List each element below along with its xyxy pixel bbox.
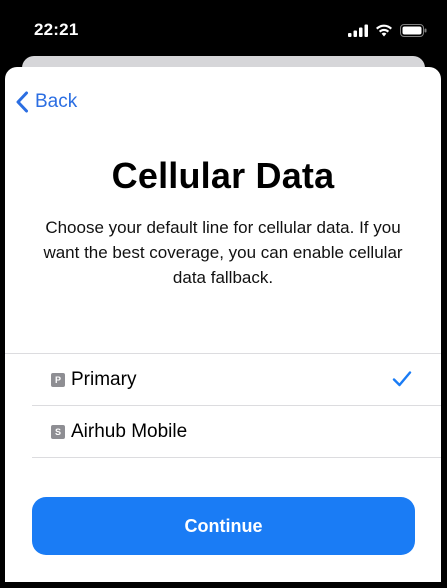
line-option-airhub-mobile[interactable]: S Airhub Mobile [32, 407, 441, 457]
sim-badge-icon: P [51, 373, 65, 387]
sim-badge-icon: S [51, 425, 65, 439]
divider [32, 457, 441, 458]
back-button[interactable]: Back [15, 89, 77, 115]
battery-icon [400, 23, 427, 37]
checkmark-icon [392, 371, 412, 387]
line-option-primary[interactable]: P Primary [32, 355, 441, 405]
line-option-label: Airhub Mobile [71, 421, 188, 442]
status-bar: 22:21 [0, 0, 447, 56]
divider [32, 405, 441, 406]
screen: 22:21 Back Cellular Data Choose your def… [0, 0, 447, 588]
divider [5, 353, 441, 354]
line-option-label: Primary [71, 369, 137, 390]
continue-button[interactable]: Continue [32, 497, 415, 555]
cellular-data-sheet: Back Cellular Data Choose your default l… [5, 67, 441, 582]
back-button-label: Back [35, 91, 78, 112]
page-description: Choose your default line for cellular da… [43, 218, 403, 287]
chevron-left-icon [16, 91, 28, 113]
status-icons [348, 22, 427, 38]
wifi-icon [376, 24, 392, 36]
cellular-signal-icon [348, 24, 368, 37]
page-title: Cellular Data [111, 155, 335, 196]
status-time: 22:21 [34, 20, 79, 39]
